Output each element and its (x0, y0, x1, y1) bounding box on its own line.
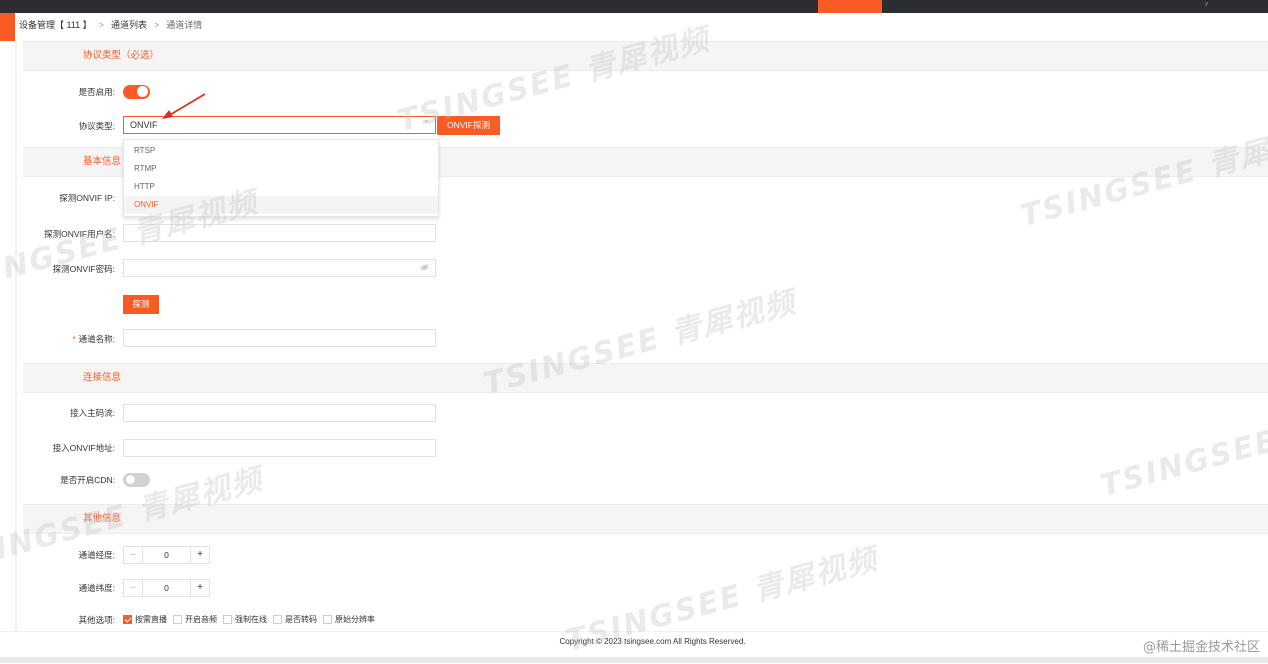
toggle-knob (125, 474, 136, 485)
eye-off-icon[interactable] (420, 263, 429, 272)
dropdown-option-rtsp[interactable]: RTSP (124, 142, 438, 160)
option-transcode[interactable]: 是否转码 (273, 614, 317, 625)
checkbox[interactable] (123, 615, 132, 624)
section-header-other: 其他信息 (23, 504, 1268, 534)
breadcrumb-device[interactable]: 设备管理【 111 】 (19, 13, 92, 37)
cdn-toggle[interactable] (123, 473, 150, 487)
longitude-stepper[interactable]: – 0 + (123, 546, 210, 564)
chevron-up-icon: ⌃ (423, 119, 430, 128)
option-original-resolution[interactable]: 原始分辨率 (323, 614, 375, 625)
dropdown-option-rtmp[interactable]: RTMP (124, 160, 438, 178)
option-force-online[interactable]: 强制在线 (223, 614, 267, 625)
protocol-type-label: 协议类型: (78, 121, 115, 131)
onvif-username-input[interactable] (123, 224, 436, 242)
probe-button[interactable]: 探测 (123, 295, 159, 314)
checkbox[interactable] (223, 615, 232, 624)
onvif-address-label: 接入ONVIF地址: (52, 443, 115, 453)
breadcrumb-channel-list[interactable]: 通道列表 (111, 13, 147, 37)
footer-copyright: Copyright © 2023 tsingsee.com All Rights… (559, 637, 746, 646)
breadcrumb-separator: > (98, 20, 104, 30)
longitude-decrement-button[interactable]: – (124, 547, 143, 563)
onvif-username-label: 探测ONVIF用户名: (44, 229, 115, 239)
required-mark: * (72, 334, 76, 344)
red-arrow-icon (162, 93, 206, 119)
active-nav-tab[interactable] (818, 0, 882, 13)
longitude-increment-button[interactable]: + (190, 547, 209, 563)
longitude-label: 通道经度: (78, 550, 115, 560)
latitude-value[interactable]: 0 (143, 580, 190, 596)
dropdown-option-onvif[interactable]: ONVIF (124, 196, 438, 214)
main-stream-input[interactable] (123, 404, 436, 422)
option-label: 是否转码 (285, 615, 317, 624)
protocol-type-value: ONVIF (130, 120, 158, 130)
protocol-type-dropdown: RTSP RTMP HTTP ONVIF (123, 139, 439, 217)
toggle-knob (137, 86, 148, 97)
latitude-stepper[interactable]: – 0 + (123, 579, 210, 597)
dropdown-option-http[interactable]: HTTP (124, 178, 438, 196)
cdn-label: 是否开启CDN: (60, 475, 115, 485)
option-enable-audio[interactable]: 开启音频 (173, 614, 217, 625)
onvif-ip-label: 探测ONVIF IP: (59, 193, 115, 203)
section-header-connection: 连接信息 (23, 363, 1268, 393)
section-title: 连接信息 (83, 372, 122, 383)
section-title: 其他信息 (83, 513, 122, 524)
site-credit: @稀土掘金技术社区 (1142, 640, 1260, 655)
checkbox[interactable] (173, 615, 182, 624)
other-options-group: 按需直播 开启音频 强制在线 是否转码 原始分辨率 (123, 614, 381, 625)
section-header-protocol: 协议类型（必选） (23, 41, 1268, 71)
option-on-demand-live[interactable]: 按需直播 (123, 614, 167, 625)
onvif-address-input[interactable] (123, 439, 436, 457)
enabled-label: 是否启用: (78, 87, 115, 97)
breadcrumb-channel-detail: 通道详情 (166, 20, 203, 30)
channel-name-label-text: 通道名称: (78, 334, 115, 344)
option-label: 原始分辨率 (335, 615, 375, 624)
checkbox[interactable] (273, 615, 282, 624)
top-nav-bar: ʸ (0, 0, 1268, 13)
main-stream-label: 接入主码流: (70, 408, 115, 418)
checkbox[interactable] (323, 615, 332, 624)
breadcrumb: 设备管理【 111 】 > 通道列表 > 通道详情 (19, 13, 202, 37)
option-label: 强制在线 (235, 615, 267, 624)
latitude-increment-button[interactable]: + (190, 580, 209, 596)
other-options-label: 其他选项: (78, 615, 115, 625)
channel-detail-form: 协议类型（必选） 是否启用: 协议类型: ONVIF ⌃ ONVIF探测 基本信… (23, 41, 1268, 631)
enabled-toggle[interactable] (123, 85, 150, 99)
channel-name-input[interactable] (123, 329, 436, 347)
channel-name-label: * 通道名称: (23, 329, 115, 349)
onvif-password-input[interactable] (123, 259, 436, 277)
sidebar-edge (15, 41, 17, 631)
section-title: 协议类型（必选） (83, 50, 160, 61)
sidebar-toggle[interactable] (0, 13, 15, 41)
onvif-password-label: 探测ONVIF密码: (52, 264, 115, 274)
latitude-decrement-button[interactable]: – (124, 580, 143, 596)
option-label: 开启音频 (185, 615, 217, 624)
breadcrumb-separator: > (153, 20, 160, 30)
option-label: 按需直播 (135, 615, 167, 624)
latitude-label: 通道纬度: (78, 583, 115, 593)
onvif-probe-button[interactable]: ONVIF探测 (437, 116, 500, 135)
longitude-value[interactable]: 0 (143, 547, 190, 563)
footer-bottom-strip (0, 657, 1268, 663)
section-title: 基本信息 (83, 156, 122, 167)
topbar-corner-glyph: ʸ (1205, 0, 1208, 9)
